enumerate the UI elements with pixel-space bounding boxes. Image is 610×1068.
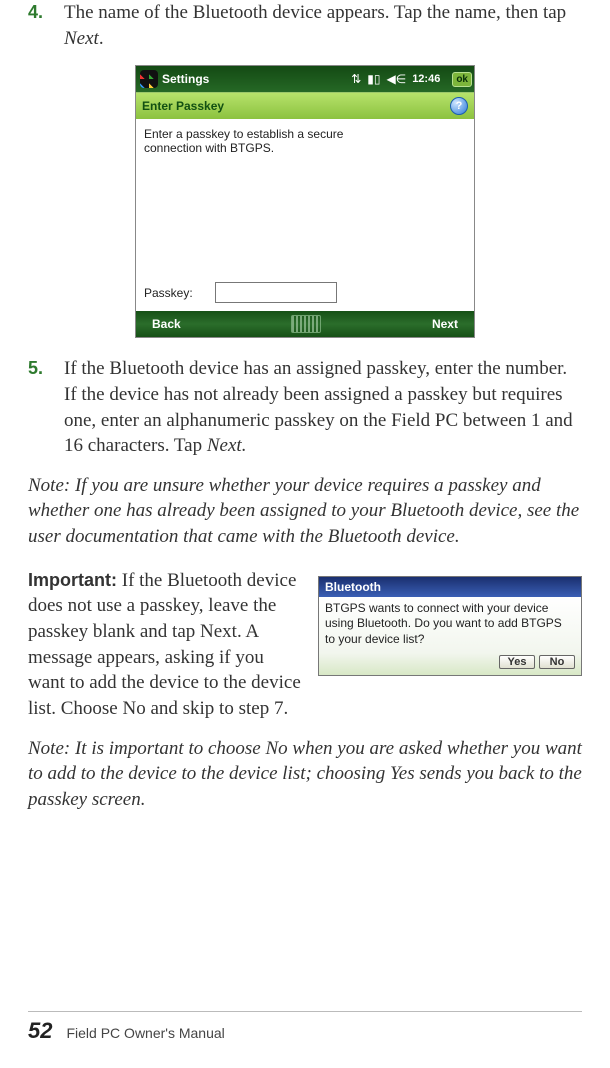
signal-icon: ▮▯	[367, 72, 380, 86]
sync-icon: ⇅	[351, 72, 361, 86]
note-choose-no: Note: It is important to choose No when …	[28, 736, 582, 813]
footer-text: Field PC Owner's Manual	[66, 1025, 224, 1041]
step-5-body: If the Bluetooth device has an assigned …	[64, 356, 582, 459]
no-button[interactable]: No	[539, 655, 575, 669]
popup-title: Bluetooth	[319, 577, 581, 597]
device-screenshot-passkey: Settings ⇅ ▮▯ ◀∈ 12:46 ok Enter Passkey …	[135, 65, 475, 338]
step-4: 4. The name of the Bluetooth device appe…	[28, 0, 582, 51]
device-title: Settings	[162, 72, 351, 86]
page-number: 52	[28, 1018, 52, 1044]
back-button[interactable]: Back	[152, 317, 181, 331]
keyboard-icon[interactable]	[291, 315, 321, 333]
device-titlebar: Settings ⇅ ▮▯ ◀∈ 12:46 ok	[136, 66, 474, 92]
device-clock: 12:46	[412, 73, 440, 85]
status-icons: ⇅ ▮▯ ◀∈ 12:46 ok	[351, 72, 472, 87]
device-body: Enter a passkey to establish a secure co…	[136, 119, 474, 311]
important-row: Important: If the Bluetooth device does …	[28, 568, 582, 722]
passkey-label: Passkey:	[144, 286, 193, 300]
popup-buttons: Yes No	[319, 653, 581, 675]
popup-body: BTGPS wants to connect with your device …	[319, 597, 581, 653]
ok-button[interactable]: ok	[452, 72, 472, 87]
device-body-line1: Enter a passkey to establish a secure	[144, 127, 466, 141]
start-icon[interactable]	[140, 70, 158, 88]
page-footer: 52 Field PC Owner's Manual	[28, 1011, 582, 1044]
yes-button[interactable]: Yes	[499, 655, 535, 669]
help-icon[interactable]: ?	[450, 97, 468, 115]
step-4-text-a: The name of the Bluetooth device appears…	[64, 2, 566, 23]
device-subheader: Enter Passkey ?	[136, 92, 474, 119]
device-body-line2: connection with BTGPS.	[144, 141, 466, 155]
step-5-text-a: If the Bluetooth device has an assigned …	[64, 358, 573, 456]
next-button[interactable]: Next	[432, 317, 458, 331]
step-5-number: 5.	[28, 356, 48, 459]
step-5: 5. If the Bluetooth device has an assign…	[28, 356, 582, 459]
note-passkey: Note: If you are unsure whether your dev…	[28, 473, 582, 550]
step-4-text-c: .	[99, 28, 104, 49]
important-label: Important:	[28, 570, 117, 590]
important-body: If the Bluetooth device does not use a p…	[28, 570, 301, 719]
device-softkeys: Back Next	[136, 311, 474, 337]
step-4-text-italic: Next	[64, 28, 99, 49]
important-text: Important: If the Bluetooth device does …	[28, 568, 304, 722]
device-subheader-text: Enter Passkey	[142, 99, 224, 113]
step-5-text-italic: Next.	[207, 435, 247, 456]
passkey-row: Passkey:	[144, 282, 337, 303]
bluetooth-popup: Bluetooth BTGPS wants to connect with yo…	[318, 576, 582, 676]
speaker-icon: ◀∈	[387, 72, 407, 86]
step-4-body: The name of the Bluetooth device appears…	[64, 0, 582, 51]
step-4-number: 4.	[28, 0, 48, 51]
passkey-input[interactable]	[215, 282, 337, 303]
